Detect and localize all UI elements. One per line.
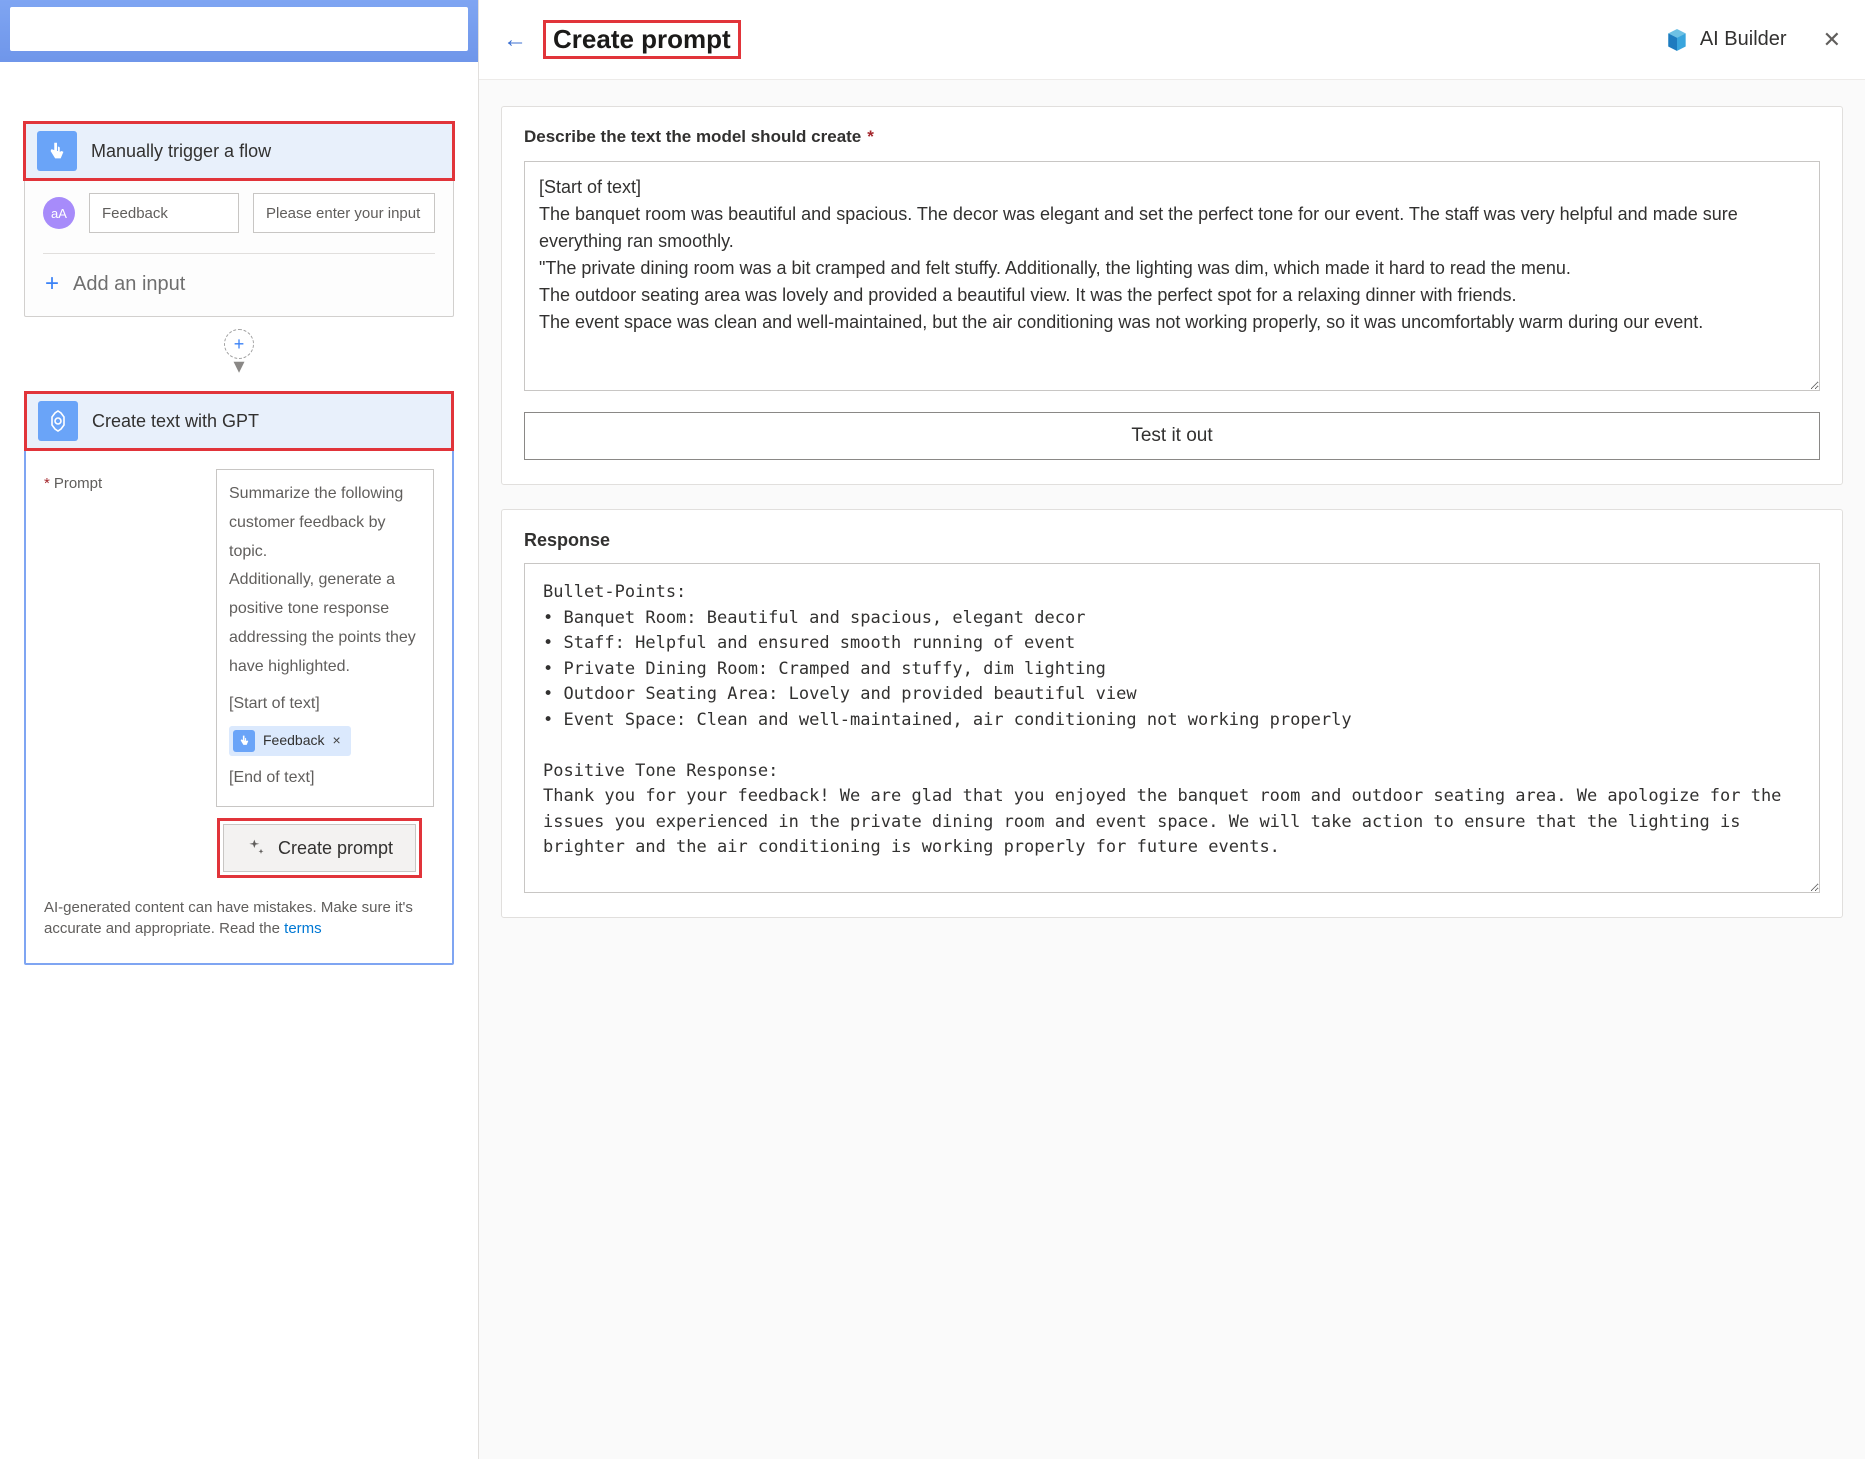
sparkle-icon bbox=[246, 838, 266, 858]
response-label: Response bbox=[524, 530, 1820, 551]
add-input-label: Add an input bbox=[73, 273, 185, 296]
trigger-input-row: aA Feedback Please enter your input bbox=[43, 193, 435, 233]
flow-name-input[interactable] bbox=[10, 7, 468, 51]
node-connector: + ▾ bbox=[24, 329, 454, 379]
terms-link[interactable]: terms bbox=[284, 920, 322, 937]
describe-label: Describe the text the model should creat… bbox=[524, 127, 1820, 147]
close-panel-icon[interactable]: ✕ bbox=[1823, 27, 1841, 53]
create-prompt-button[interactable]: Create prompt bbox=[223, 824, 416, 872]
text-input-type-icon: aA bbox=[43, 197, 75, 229]
prompt-end-marker: [End of text] bbox=[229, 764, 421, 793]
trigger-node: Manually trigger a flow aA Feedback Plea… bbox=[24, 122, 454, 317]
feedback-chip-label: Feedback bbox=[263, 728, 324, 753]
gpt-node: Create text with GPT *Prompt Summarize t… bbox=[24, 391, 454, 965]
ai-builder-brand: AI Builder bbox=[1664, 27, 1787, 53]
describe-textarea[interactable] bbox=[524, 161, 1820, 391]
ai-builder-logo-icon bbox=[1664, 27, 1690, 53]
manual-trigger-chip-icon bbox=[233, 730, 255, 752]
remove-chip-icon[interactable]: × bbox=[332, 728, 340, 753]
trigger-node-title: Manually trigger a flow bbox=[91, 141, 271, 162]
feedback-dynamic-chip[interactable]: Feedback × bbox=[229, 726, 351, 755]
create-prompt-button-label: Create prompt bbox=[278, 838, 393, 859]
response-card: Response Bullet-Points: • Banquet Room: … bbox=[501, 509, 1843, 918]
gpt-node-title: Create text with GPT bbox=[92, 411, 259, 432]
test-it-out-button[interactable]: Test it out bbox=[524, 412, 1820, 460]
prompt-instruction-text: Summarize the following customer feedbac… bbox=[229, 480, 421, 682]
flow-canvas: Manually trigger a flow aA Feedback Plea… bbox=[0, 62, 478, 1033]
add-input-button[interactable]: + Add an input bbox=[43, 268, 435, 300]
describe-prompt-card: Describe the text the model should creat… bbox=[501, 106, 1843, 485]
prompt-field-label: *Prompt bbox=[44, 469, 204, 492]
panel-title: Create prompt bbox=[553, 24, 731, 54]
plus-icon: + bbox=[45, 272, 59, 296]
prompt-textarea[interactable]: Summarize the following customer feedbac… bbox=[216, 469, 434, 807]
back-arrow-icon[interactable]: ← bbox=[503, 26, 527, 54]
panel-header: ← Create prompt AI Builder ✕ bbox=[479, 0, 1865, 80]
add-step-button[interactable]: + bbox=[224, 329, 254, 359]
trigger-node-header[interactable]: Manually trigger a flow bbox=[25, 123, 453, 179]
ai-disclaimer: AI-generated content can have mistakes. … bbox=[44, 897, 434, 939]
input-placeholder-field[interactable]: Please enter your input bbox=[253, 193, 435, 233]
divider bbox=[43, 253, 435, 254]
gpt-icon bbox=[38, 401, 78, 441]
prompt-start-marker: [Start of text] bbox=[229, 690, 421, 719]
flow-designer: Manually trigger a flow aA Feedback Plea… bbox=[0, 0, 478, 1459]
top-command-bar bbox=[0, 0, 478, 62]
create-prompt-panel: ← Create prompt AI Builder ✕ Describe th… bbox=[478, 0, 1865, 1459]
response-output[interactable]: Bullet-Points: • Banquet Room: Beautiful… bbox=[524, 563, 1820, 893]
manual-trigger-icon bbox=[37, 131, 77, 171]
input-name-field[interactable]: Feedback bbox=[89, 193, 239, 233]
gpt-node-header[interactable]: Create text with GPT bbox=[26, 393, 452, 449]
